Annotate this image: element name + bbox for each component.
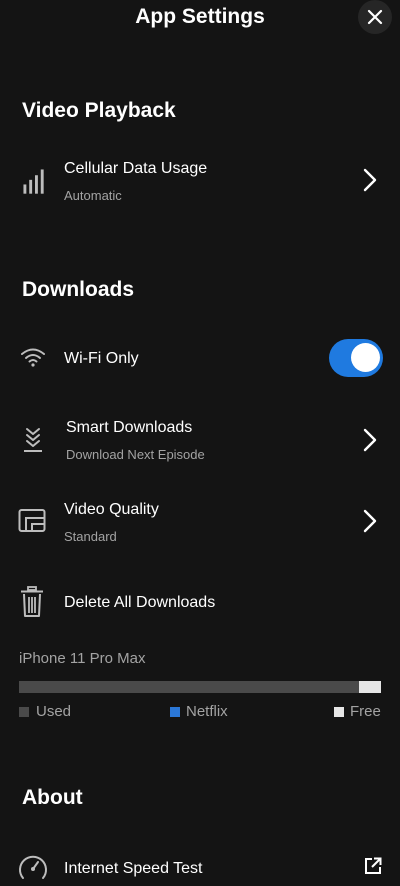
section-title-downloads: Downloads xyxy=(22,278,135,301)
storage-free-segment xyxy=(359,681,381,693)
speedometer-icon xyxy=(19,855,47,879)
chevron-right-icon xyxy=(363,428,377,452)
wifi-icon xyxy=(21,348,45,367)
smart-downloads-subtitle: Download Next Episode xyxy=(66,447,205,462)
toggle-knob xyxy=(351,343,380,372)
video-quality-row[interactable]: Video Quality Standard xyxy=(0,492,400,552)
legend-netflix-label: Netflix xyxy=(186,703,228,720)
trash-icon xyxy=(21,586,43,617)
delete-all-downloads-title: Delete All Downloads xyxy=(64,594,216,611)
smart-downloads-row[interactable]: Smart Downloads Download Next Episode xyxy=(0,410,400,470)
storage-bar xyxy=(19,681,381,693)
video-quality-subtitle: Standard xyxy=(64,529,117,544)
legend-used-swatch xyxy=(19,707,29,717)
legend-free-label: Free xyxy=(350,703,381,720)
close-button[interactable] xyxy=(358,0,392,34)
storage-used-segment xyxy=(19,681,359,693)
chevron-right-icon xyxy=(363,168,377,192)
smart-downloads-icon xyxy=(24,428,42,452)
legend-free-swatch xyxy=(334,707,344,717)
legend-netflix-swatch xyxy=(170,707,180,717)
wifi-only-toggle[interactable] xyxy=(329,339,383,377)
chevron-right-icon xyxy=(363,509,377,533)
section-title-video-playback: Video Playback xyxy=(22,99,176,122)
close-icon xyxy=(367,9,383,25)
cellular-data-title: Cellular Data Usage xyxy=(64,160,208,177)
video-quality-icon xyxy=(18,509,46,532)
delete-all-downloads-row[interactable]: Delete All Downloads xyxy=(0,580,400,626)
internet-speed-test-title: Internet Speed Test xyxy=(64,860,203,877)
cellular-data-subtitle: Automatic xyxy=(64,188,122,203)
page-title: App Settings xyxy=(135,5,265,28)
section-title-about: About xyxy=(22,786,83,809)
smart-downloads-title: Smart Downloads xyxy=(66,419,193,436)
internet-speed-test-row[interactable]: Internet Speed Test xyxy=(0,846,400,886)
external-link-icon xyxy=(365,857,382,874)
legend-used-label: Used xyxy=(36,703,72,720)
device-name: iPhone 11 Pro Max xyxy=(19,650,146,667)
video-quality-title: Video Quality xyxy=(64,501,159,518)
wifi-only-title: Wi-Fi Only xyxy=(64,350,139,367)
cellular-data-row[interactable]: Cellular Data Usage Automatic xyxy=(0,150,400,214)
signal-bars-icon xyxy=(23,169,44,194)
